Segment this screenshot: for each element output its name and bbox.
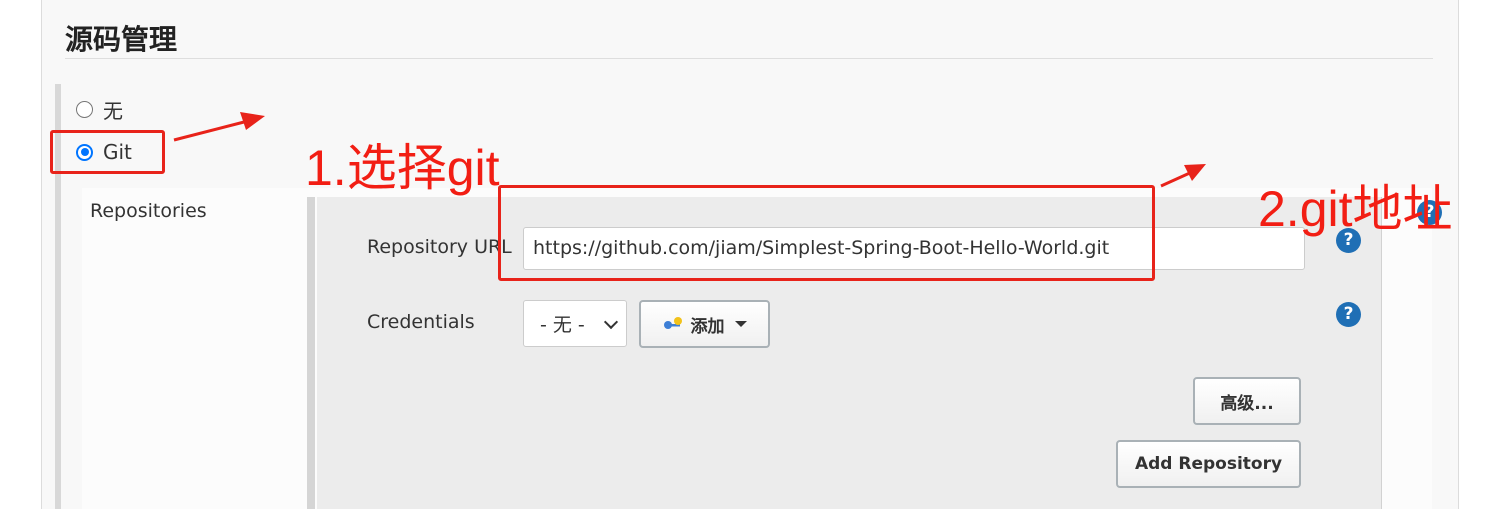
arrow-icon-step1 [173, 112, 265, 142]
annotation-arrows [173, 112, 1206, 188]
arrow-icon-step2 [1160, 164, 1206, 188]
